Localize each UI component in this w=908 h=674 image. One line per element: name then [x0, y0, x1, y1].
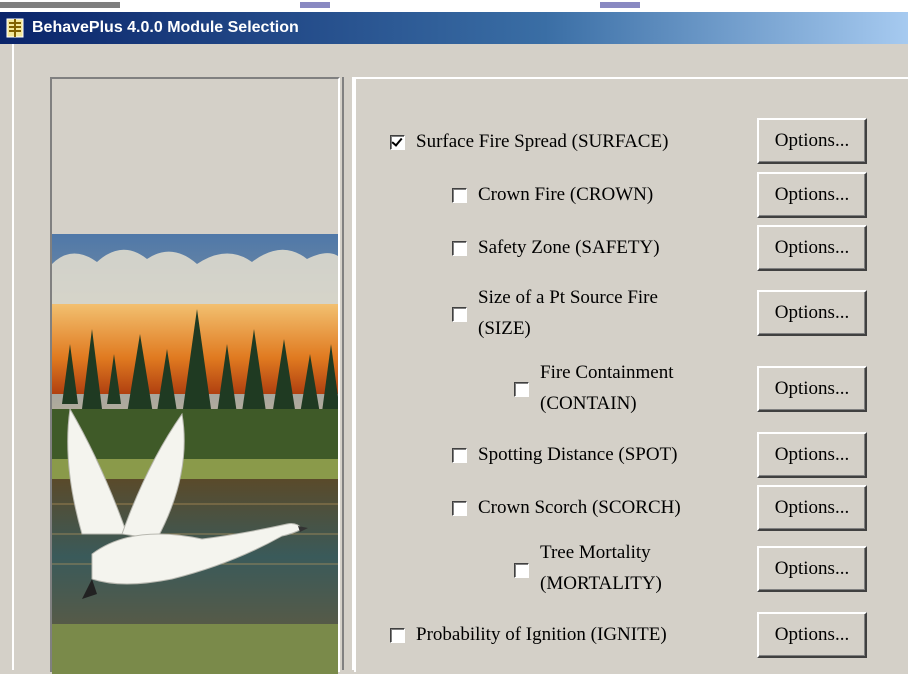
- dialog-body: Surface Fire Spread (SURFACE) Options...…: [12, 44, 908, 674]
- options-button-scorch[interactable]: Options...: [757, 485, 867, 531]
- module-label-contain-line2: (CONTAIN): [540, 393, 637, 414]
- module-label-safety: Safety Zone (SAFETY): [478, 237, 660, 258]
- top-strip: [0, 0, 908, 12]
- module-checkbox-contain[interactable]: [514, 382, 529, 397]
- options-button-contain[interactable]: Options...: [757, 366, 867, 412]
- module-label-surface: Surface Fire Spread (SURFACE): [416, 131, 669, 152]
- module-label-size-line1: Size of a Pt Source Fire: [478, 287, 658, 308]
- module-checkbox-ignite[interactable]: [390, 628, 405, 643]
- module-label-scorch: Crown Scorch (SCORCH): [478, 497, 681, 518]
- module-label-contain-line1: Fire Containment: [540, 362, 674, 383]
- panel-splitter[interactable]: [342, 77, 354, 670]
- module-label-ignite: Probability of Ignition (IGNITE): [416, 624, 667, 645]
- options-button-ignite[interactable]: Options...: [757, 612, 867, 658]
- app-window-icon: [6, 18, 24, 38]
- options-button-crown[interactable]: Options...: [757, 172, 867, 218]
- module-list-panel: Surface Fire Spread (SURFACE) Options...…: [354, 77, 908, 672]
- options-button-mortality[interactable]: Options...: [757, 546, 867, 592]
- window-title: BehavePlus 4.0.0 Module Selection: [32, 19, 299, 36]
- module-checkbox-crown[interactable]: [452, 188, 467, 203]
- module-checkbox-size[interactable]: [452, 307, 467, 322]
- title-bar[interactable]: BehavePlus 4.0.0 Module Selection: [0, 12, 908, 44]
- module-label-size-line2: (SIZE): [478, 318, 531, 339]
- options-button-surface[interactable]: Options...: [757, 118, 867, 164]
- options-button-spot[interactable]: Options...: [757, 432, 867, 478]
- options-button-size[interactable]: Options...: [757, 290, 867, 336]
- module-label-mortality-line2: (MORTALITY): [540, 573, 662, 594]
- illustration-panel: [50, 77, 340, 674]
- module-label-crown: Crown Fire (CROWN): [478, 184, 654, 205]
- module-checkbox-mortality[interactable]: [514, 563, 529, 578]
- module-checkbox-surface[interactable]: [390, 135, 405, 150]
- options-button-safety[interactable]: Options...: [757, 225, 867, 271]
- module-checkbox-spot[interactable]: [452, 448, 467, 463]
- module-label-spot: Spotting Distance (SPOT): [478, 444, 678, 465]
- module-checkbox-safety[interactable]: [452, 241, 467, 256]
- module-label-mortality-line1: Tree Mortality: [540, 542, 651, 563]
- swan-wildfire-illustration: [52, 234, 338, 674]
- module-checkbox-scorch[interactable]: [452, 501, 467, 516]
